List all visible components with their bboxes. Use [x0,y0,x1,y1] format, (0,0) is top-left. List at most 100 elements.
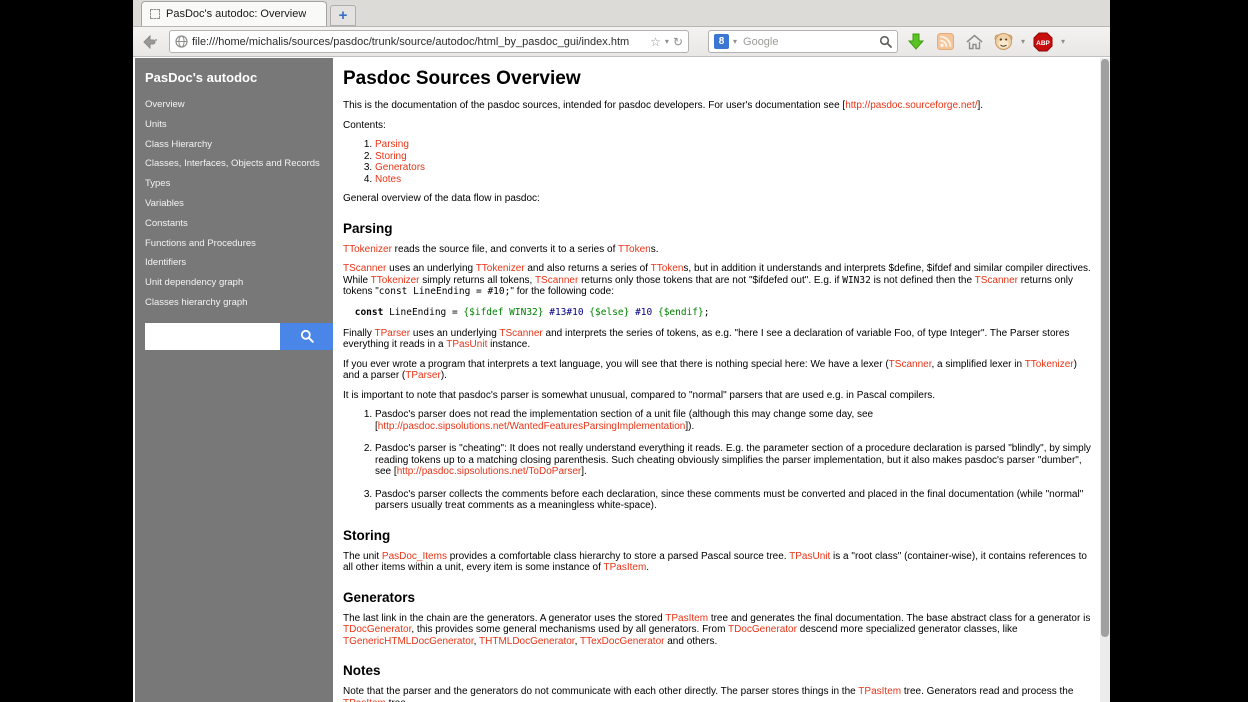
sidebar-item[interactable]: Unit dependency graph [135,273,333,293]
doc-link[interactable]: TTokenizer [371,275,420,286]
list-item: Pasdoc's parser is "cheating": It does n… [375,443,1092,478]
sidebar-item[interactable]: Overview [135,95,333,115]
text-run: {$endif} [658,307,704,318]
web-search-input[interactable] [741,35,875,49]
doc-link[interactable]: Parsing [375,139,409,150]
sidebar-item[interactable]: Types [135,174,333,194]
list-item: Parsing [375,139,1092,151]
url-dropdown-icon[interactable]: ▾ [665,38,669,46]
doc-link[interactable]: Generators [375,162,425,173]
adblock-button[interactable]: ABP [1032,31,1054,53]
doc-link[interactable]: TParser [405,370,441,381]
text-run: . [646,562,649,573]
reload-icon[interactable]: ↻ [673,36,683,48]
sidebar-item[interactable]: Constants [135,214,333,234]
doc-link[interactable]: TTokenizer [476,263,525,274]
url-bar[interactable]: file:///home/michalis/sources/pasdoc/tru… [169,30,689,53]
navigation-toolbar: file:///home/michalis/sources/pasdoc/tru… [133,27,1110,57]
ordered-list: Pasdoc's parser does not read the implem… [343,409,1092,512]
sidebar-item[interactable]: Functions and Procedures [135,234,333,254]
doc-link[interactable]: TPasItem [665,613,708,624]
rss-button[interactable] [934,31,956,53]
search-engine-icon[interactable]: 8 [714,34,729,49]
text-run: provides a comfortable class hierarchy t… [447,551,789,562]
text-run: ]). [685,421,694,432]
search-bar[interactable]: 8 ▾ [708,30,898,53]
text-run: , this provides some general mechanisms … [411,624,728,635]
svg-text:ABP: ABP [1036,40,1050,47]
sidebar-search-input[interactable] [145,323,280,350]
new-tab-button[interactable]: + [330,5,356,26]
doc-link[interactable]: TScanner [889,359,932,370]
sidebar-item[interactable]: Units [135,115,333,135]
doc-link[interactable]: TParser [375,328,411,339]
doc-link[interactable]: TPasItem [603,562,646,573]
list-item: Notes [375,174,1092,186]
scrollbar-thumb[interactable] [1101,59,1109,637]
text-run: Pasdoc's parser collects the comments be… [375,489,1083,512]
text-run: reads the source file, and converts it t… [392,244,618,255]
doc-link[interactable]: http://pasdoc.sipsolutions.net/ToDoParse… [397,466,582,477]
paragraph: The unit PasDoc_Items provides a comfort… [343,551,1092,574]
doc-link[interactable]: TScanner [535,275,578,286]
doc-link[interactable]: TToken [618,244,651,255]
doc-link[interactable]: http://pasdoc.sipsolutions.net/WantedFea… [378,421,686,432]
adblock-dropdown-icon[interactable]: ▾ [1061,38,1065,46]
text-run: This is the documentation of the pasdoc … [343,100,845,111]
sidebar-item[interactable]: Classes, Interfaces, Objects and Records [135,154,333,174]
list-item: Pasdoc's parser does not read the implem… [375,409,1092,432]
text-run: General overview of the data flow in pas… [343,193,540,204]
doc-link[interactable]: TPasItem [858,686,901,697]
doc-link[interactable]: TDocGenerator [728,624,797,635]
text-run: The unit [343,551,382,562]
greasemonkey-button[interactable] [992,31,1014,53]
greasemonkey-dropdown-icon[interactable]: ▾ [1021,38,1025,46]
url-text[interactable]: file:///home/michalis/sources/pasdoc/tru… [192,36,646,48]
tab-title: PasDoc's autodoc: Overview [166,8,306,20]
doc-link[interactable]: TScanner [499,328,542,339]
sidebar-item[interactable]: Class Hierarchy [135,135,333,155]
text-run: If you ever wrote a program that interpr… [343,359,889,370]
doc-link[interactable]: PasDoc_Items [382,551,447,562]
sidebar-item[interactable]: Variables [135,194,333,214]
search-icon[interactable] [879,35,892,48]
list-item: Generators [375,162,1092,174]
doc-link[interactable]: Notes [375,174,401,185]
monkey-icon [994,32,1013,51]
sidebar-item[interactable]: Classes hierarchy graph [135,293,333,313]
doc-link[interactable]: Storing [375,151,407,162]
text-run: Finally [343,328,375,339]
doc-link[interactable]: TToken [651,263,684,274]
back-button[interactable] [140,31,162,53]
search-engine-dropdown-icon[interactable]: ▾ [733,38,737,46]
doc-link[interactable]: TPasUnit [789,551,830,562]
sidebar-nav: OverviewUnitsClass HierarchyClasses, Int… [135,95,333,313]
doc-link[interactable]: TTokenizer [1025,359,1074,370]
sidebar-item[interactable]: Identifiers [135,253,333,273]
search-icon [300,329,314,343]
doc-link[interactable]: TScanner [343,263,386,274]
doc-link[interactable]: TGenericHTMLDocGenerator [343,636,474,647]
tab-pasdoc-overview[interactable]: PasDoc's autodoc: Overview [141,1,327,26]
vertical-scrollbar[interactable] [1100,58,1110,702]
sidebar-title: PasDoc's autodoc [135,64,333,95]
doc-link[interactable]: TDocGenerator [343,624,411,635]
doc-link[interactable]: TPasUnit [446,339,487,350]
home-button[interactable] [963,31,985,53]
download-button[interactable] [905,31,927,53]
text-run: , a simplified lexer in [931,359,1024,370]
bookmark-star-icon[interactable]: ☆ [650,36,661,48]
sidebar-search [145,323,333,350]
paragraph: If you ever wrote a program that interpr… [343,359,1092,382]
doc-link[interactable]: http://pasdoc.sourceforge.net/ [845,100,977,111]
doc-link[interactable]: TScanner [975,275,1018,286]
sidebar-search-button[interactable] [280,323,333,350]
doc-link[interactable]: TTexDocGenerator [580,636,664,647]
text-run: {$else} [589,307,629,318]
text-run: The last link in the chain are the gener… [343,613,665,624]
text-run: " for the following code: [510,286,614,297]
doc-link[interactable]: THTMLDocGenerator [479,636,575,647]
text-run: ). [441,370,447,381]
doc-link[interactable]: TTokenizer [343,244,392,255]
doc-link[interactable]: TPasItem [343,698,386,702]
